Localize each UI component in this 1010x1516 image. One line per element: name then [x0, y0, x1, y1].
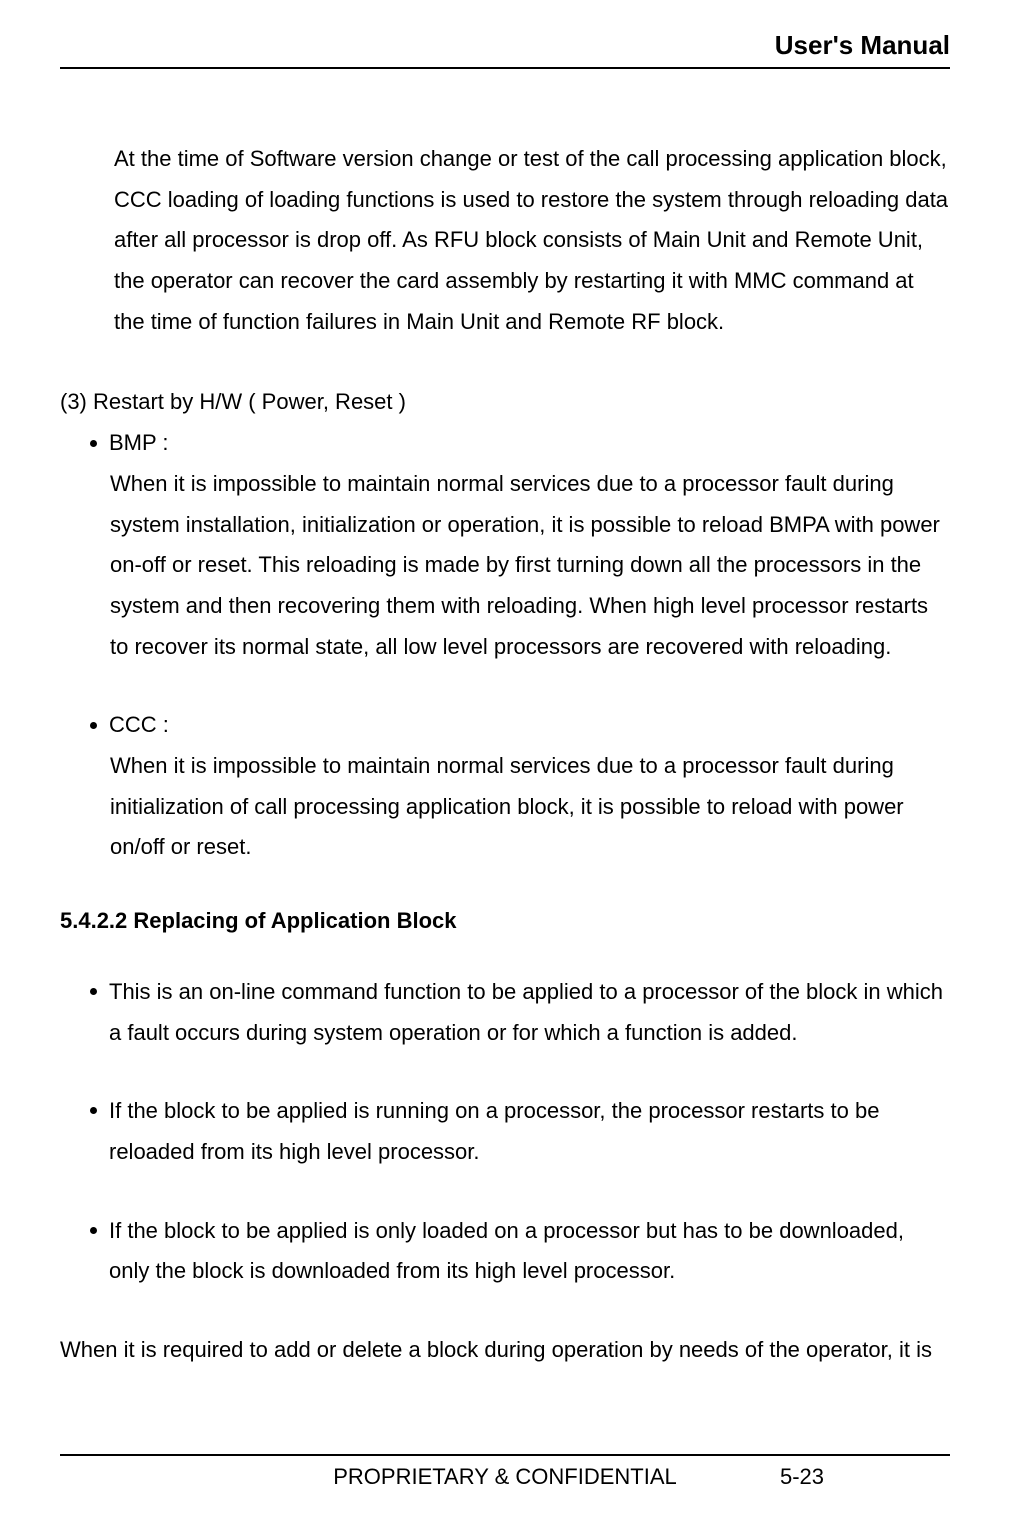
- bullet-bmp-label: BMP :: [109, 423, 169, 464]
- bullet-5422-2: If the block to be applied is only loade…: [90, 1211, 950, 1292]
- bullet-bmp: BMP : When it is impossible to maintain …: [90, 423, 950, 667]
- bullet-ccc: CCC : When it is impossible to maintain …: [90, 705, 950, 868]
- section-3-title: (3) Restart by H/W ( Power, Reset ): [60, 382, 950, 423]
- bullet-5422-0: This is an on-line command function to b…: [90, 972, 950, 1053]
- bullet-bmp-body: When it is impossible to maintain normal…: [110, 464, 950, 667]
- footer-divider: [60, 1454, 950, 1456]
- footer-page-number: 5-23: [780, 1464, 950, 1490]
- bullet-icon: [90, 988, 97, 995]
- bullet-5422-1: If the block to be applied is running on…: [90, 1091, 950, 1172]
- bullet-icon: [90, 440, 97, 447]
- heading-5422: 5.4.2.2 Replacing of Application Block: [60, 908, 950, 934]
- bullet-ccc-body: When it is impossible to maintain normal…: [110, 746, 950, 868]
- footer-center-text: PROPRIETARY & CONFIDENTIAL: [60, 1464, 780, 1490]
- bullet-5422-2-text: If the block to be applied is only loade…: [109, 1211, 950, 1292]
- trailing-paragraph: When it is required to add or delete a b…: [60, 1330, 950, 1371]
- bullet-icon: [90, 1227, 97, 1234]
- bullet-ccc-label: CCC :: [109, 705, 169, 746]
- bullet-icon: [90, 722, 97, 729]
- intro-paragraph: At the time of Software version change o…: [114, 139, 950, 342]
- page-header: User's Manual: [60, 30, 950, 69]
- bullet-5422-1-text: If the block to be applied is running on…: [109, 1091, 950, 1172]
- bullet-5422-0-text: This is an on-line command function to b…: [109, 972, 950, 1053]
- page-footer: PROPRIETARY & CONFIDENTIAL 5-23: [60, 1454, 950, 1490]
- bullet-icon: [90, 1107, 97, 1114]
